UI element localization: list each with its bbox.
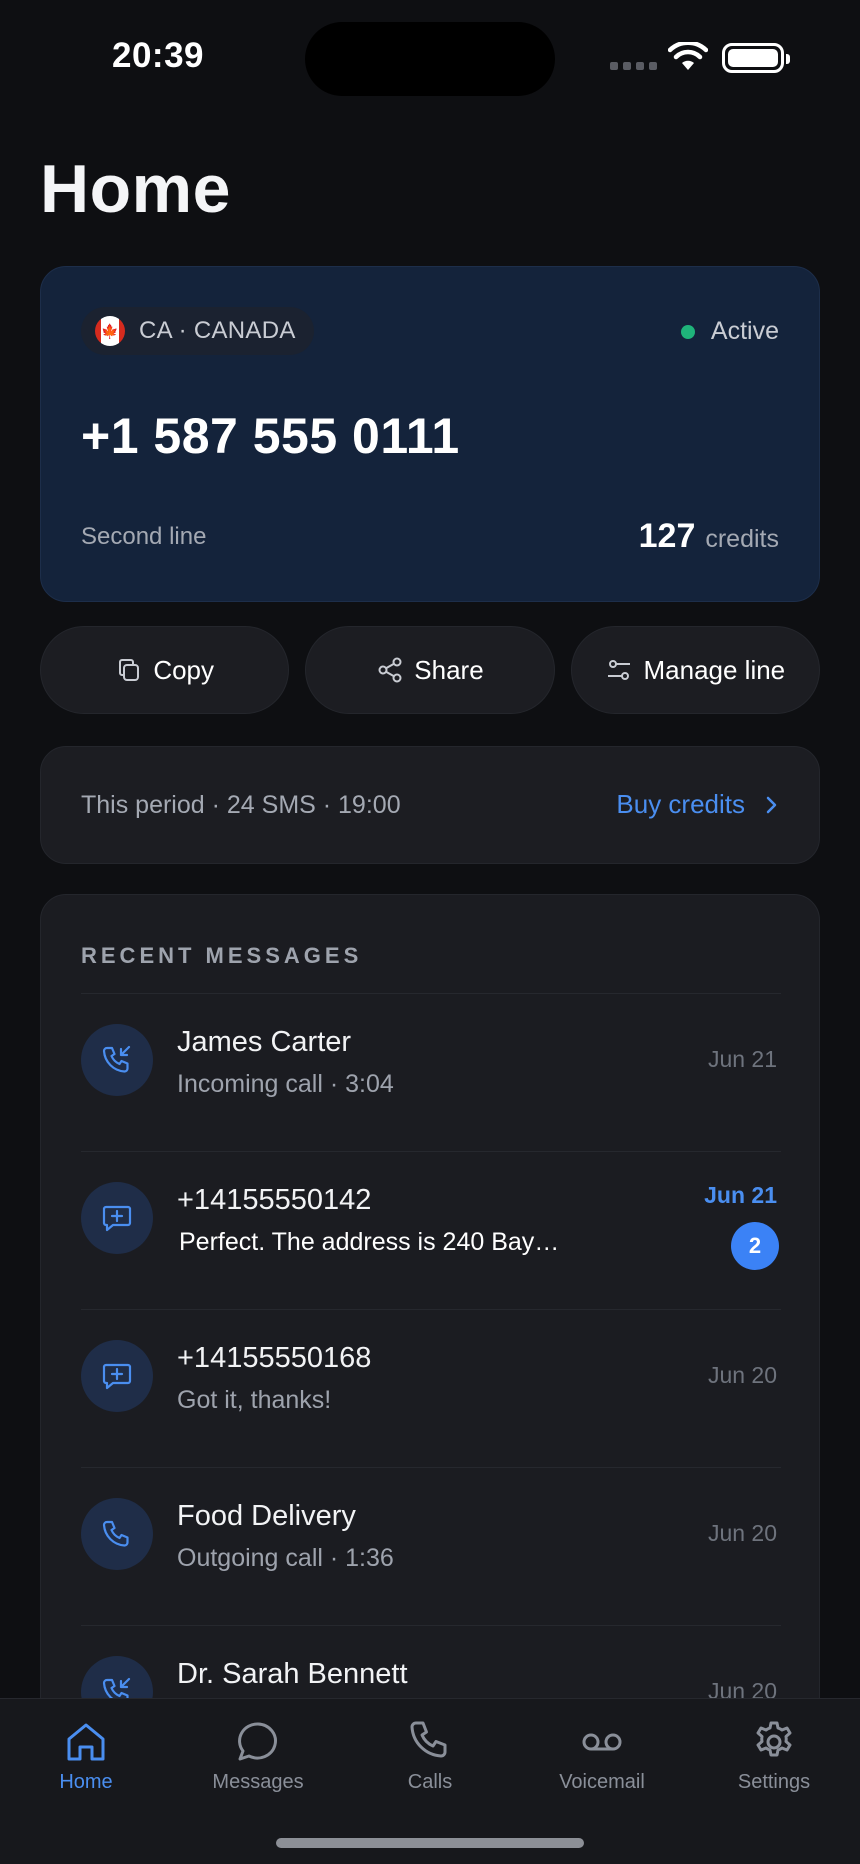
cellular-signal-icon <box>610 62 657 70</box>
item-preview: Perfect. The address is 240 Bay… <box>179 1228 560 1256</box>
home-icon <box>67 1723 105 1761</box>
tab-settings[interactable]: Settings <box>688 1717 860 1794</box>
line-label: Second line <box>81 523 207 550</box>
buy-credits-label: Buy credits <box>616 789 745 819</box>
page-title: Home <box>40 151 231 227</box>
contact-name: +14155550168 <box>177 1342 372 1374</box>
list-item[interactable]: Food Delivery Outgoing call · 1:36 Jun 2… <box>81 1467 781 1625</box>
sliders-icon <box>608 660 631 680</box>
status-bar: 20:39 <box>0 0 860 110</box>
credits-unit: credits <box>705 525 779 553</box>
line-actions: Copy Share Manage line <box>40 626 820 714</box>
item-preview: Incoming call · 3:04 <box>177 1070 394 1098</box>
message-icon <box>81 1182 153 1254</box>
item-date: Jun 20 <box>707 1362 777 1388</box>
message-icon <box>81 1340 153 1412</box>
copy-button-label: Copy <box>153 654 215 685</box>
gear-icon <box>756 1721 792 1757</box>
share-icon <box>378 657 402 683</box>
chat-bubble-icon <box>238 1722 277 1761</box>
phone-icon <box>81 1498 153 1570</box>
dynamic-island <box>305 22 555 96</box>
tab-messages[interactable]: Messages <box>172 1717 344 1794</box>
wifi-icon <box>668 42 708 70</box>
voicemail-icon <box>582 1733 622 1751</box>
phone-number: +1 587 555 0111 <box>81 408 460 464</box>
chevron-right-icon <box>766 796 777 813</box>
line-card[interactable]: 🍁 CA · CANADA Active +1 587 555 0111 Sec… <box>40 266 820 602</box>
manage-line-button-label: Manage line <box>643 654 786 685</box>
share-button-label: Share <box>414 654 484 685</box>
contact-name: +14155550142 <box>177 1184 372 1216</box>
status-label: Active <box>710 317 779 345</box>
country-chip: 🍁 CA · CANADA <box>81 307 314 355</box>
tab-home[interactable]: Home <box>0 1717 172 1794</box>
tab-home-label: Home <box>59 1771 113 1793</box>
tab-calls[interactable]: Calls <box>344 1717 516 1794</box>
item-date: Jun 21 <box>704 1182 777 1208</box>
phone-icon <box>410 1721 447 1758</box>
home-indicator[interactable] <box>276 1838 584 1848</box>
item-date: Jun 21 <box>707 1046 777 1072</box>
tab-voicemail-label: Voicemail <box>559 1771 645 1793</box>
list-item[interactable]: +14155550142 Perfect. The address is 240… <box>81 1151 781 1309</box>
country-label: CA · CANADA <box>139 317 296 344</box>
period-summary: This period · 24 SMS · 19:00 Buy credits <box>40 746 820 864</box>
item-preview: Got it, thanks! <box>177 1386 332 1414</box>
list-item[interactable]: +14155550168 Got it, thanks! Jun 20 <box>81 1309 781 1467</box>
status-dot-icon <box>680 324 695 339</box>
tab-settings-label: Settings <box>737 1771 811 1793</box>
credits-value: 127 <box>638 517 696 555</box>
contact-name: James Carter <box>177 1026 352 1058</box>
incoming-call-icon <box>81 1024 153 1096</box>
buy-credits-link[interactable]: Buy credits <box>616 789 781 820</box>
contact-name: Food Delivery <box>177 1500 356 1532</box>
section-title: RECENT MESSAGES <box>81 943 363 968</box>
credits-balance: 127 credits <box>639 517 779 556</box>
tab-calls-label: Calls <box>407 1771 453 1793</box>
line-status: Active <box>680 317 779 346</box>
battery-icon <box>722 43 790 73</box>
contact-name: Dr. Sarah Bennett <box>177 1658 408 1690</box>
manage-line-button[interactable]: Manage line <box>570 626 820 714</box>
status-time: 20:39 <box>112 36 205 75</box>
period-usage-text: This period · 24 SMS · 19:00 <box>81 791 401 819</box>
item-date: Jun 20 <box>707 1520 777 1546</box>
copy-button[interactable]: Copy <box>40 626 290 714</box>
copy-icon <box>119 659 140 681</box>
tab-messages-label: Messages <box>212 1771 304 1793</box>
item-preview: Outgoing call · 1:36 <box>177 1544 394 1572</box>
unread-badge: 2 <box>731 1222 779 1270</box>
tab-voicemail[interactable]: Voicemail <box>516 1717 688 1794</box>
list-item[interactable]: James Carter Incoming call · 3:04 Jun 21 <box>81 993 781 1151</box>
canada-flag-icon: 🍁 <box>95 316 125 346</box>
share-button[interactable]: Share <box>305 626 555 714</box>
